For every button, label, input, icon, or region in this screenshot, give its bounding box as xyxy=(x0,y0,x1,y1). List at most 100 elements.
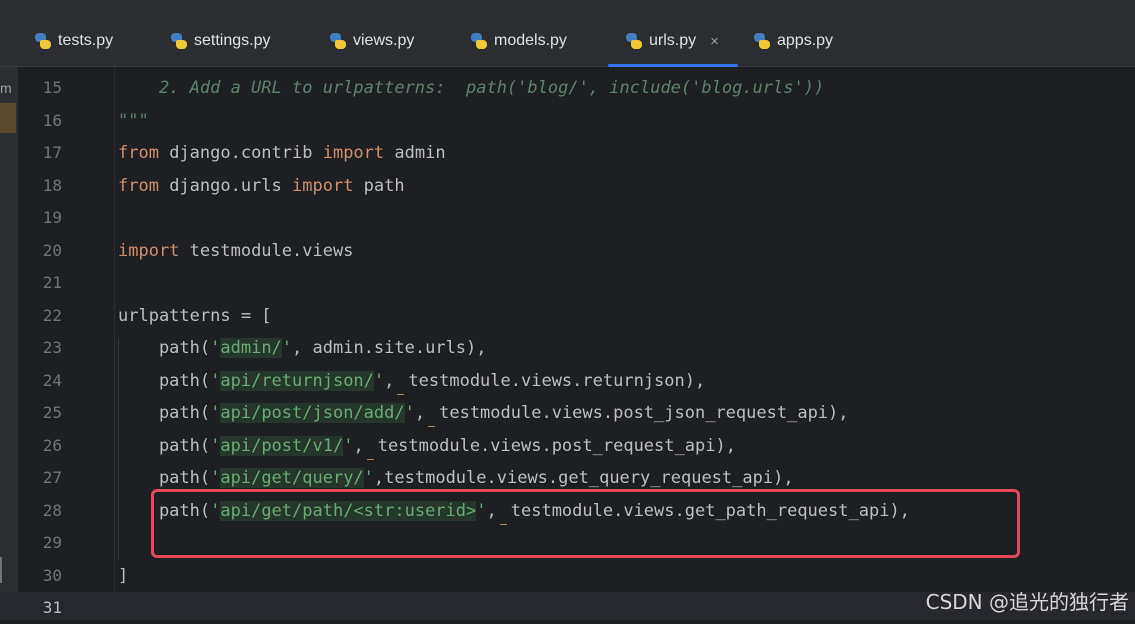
code-line[interactable]: 26 path('api/post/v1/', testmodule.views.… xyxy=(0,430,1135,462)
line-number: 20 xyxy=(42,240,62,260)
annotation-highlight-box xyxy=(151,489,1020,558)
code-line[interactable]: 18 from django.urls import path xyxy=(0,170,1135,202)
string-token: api/post/v1/ xyxy=(220,435,344,456)
code-token: , xyxy=(414,403,426,423)
close-icon[interactable]: × xyxy=(710,33,719,50)
string-token: ' xyxy=(210,370,221,391)
code-token: testmodule.views.post_json_request_api), xyxy=(439,403,849,423)
code-token: testmodule.views xyxy=(179,240,354,261)
whitespace-inspection-icon xyxy=(364,452,378,462)
tab-tests-py[interactable]: tests.py xyxy=(34,16,113,66)
string-token: api/post/json/add/ xyxy=(220,403,405,423)
string-token: ' xyxy=(210,468,221,488)
line-number: 30 xyxy=(42,565,62,585)
keyword-token: import xyxy=(118,240,180,261)
code-token: testmodule.views.post_request_api), xyxy=(377,435,736,456)
code-line[interactable]: 21 xyxy=(0,267,1135,299)
line-number: 27 xyxy=(42,468,62,487)
string-token: ' xyxy=(363,468,374,488)
code-token: ] xyxy=(118,565,129,586)
code-text: path('api/returnjson/', testmodule.views.… xyxy=(118,365,705,397)
code-line[interactable]: 25 path('api/post/json/add/', testmodule.… xyxy=(0,397,1135,429)
keyword-token: import xyxy=(292,175,354,196)
line-number: 25 xyxy=(42,403,62,422)
comment-token: 2. Add a URL to urlpatterns: path('blog/… xyxy=(118,78,825,98)
tab-apps-py[interactable]: apps.py xyxy=(753,16,833,66)
tab-label: models.py xyxy=(494,32,567,49)
line-number: 26 xyxy=(42,435,62,455)
code-token: django.urls xyxy=(158,175,293,196)
string-token: ' xyxy=(210,338,221,358)
code-token: testmodule.views.returnjson), xyxy=(408,370,706,391)
code-token: admin xyxy=(384,143,446,163)
string-token: ' xyxy=(281,338,293,358)
line-number: 23 xyxy=(42,338,62,357)
code-text: from django.contrib import admin xyxy=(118,137,446,169)
python-file-icon xyxy=(625,32,643,50)
code-text: path('api/post/json/add/', testmodule.vie… xyxy=(118,397,849,429)
tab-urls-py[interactable]: urls.py × xyxy=(625,16,719,66)
code-token: , admin.site.urls), xyxy=(292,338,487,358)
watermark: CSDN @追光的独行者 xyxy=(925,590,1129,614)
line-number: 22 xyxy=(42,305,62,325)
line-number: 19 xyxy=(42,208,62,227)
code-token: urlpatterns = [ xyxy=(118,305,272,326)
tab-models-py[interactable]: models.py xyxy=(470,16,567,66)
tab-views-py[interactable]: views.py xyxy=(329,16,414,66)
code-token: path( xyxy=(118,468,211,488)
keyword-token: from xyxy=(118,143,159,163)
python-file-icon xyxy=(753,32,771,50)
whitespace-inspection-icon xyxy=(394,387,408,397)
code-token: path( xyxy=(118,338,211,358)
code-line[interactable]: 24 path('api/returnjson/', testmodule.vie… xyxy=(0,365,1135,397)
code-line[interactable]: 23 path('admin/', admin.site.urls), xyxy=(0,332,1135,364)
tab-label: urls.py xyxy=(649,32,697,49)
code-line[interactable]: 19 xyxy=(0,202,1135,234)
code-token: path xyxy=(353,175,405,196)
code-line[interactable]: 22 urlpatterns = [ xyxy=(0,300,1135,332)
string-token: admin/ xyxy=(220,338,282,358)
tab-label: tests.py xyxy=(58,32,114,49)
code-line[interactable]: 15 2. Add a URL to urlpatterns: path('bl… xyxy=(0,72,1135,104)
code-text: import testmodule.views xyxy=(118,235,353,267)
tab-label: views.py xyxy=(353,32,415,49)
tab-label: apps.py xyxy=(777,32,834,49)
code-token: path( xyxy=(118,403,211,423)
comment-token: """ xyxy=(118,110,149,131)
code-token: ,testmodule.views.get_query_request_api)… xyxy=(373,468,794,488)
line-number: 16 xyxy=(42,110,62,130)
code-line[interactable]: 17 from django.contrib import admin xyxy=(0,137,1135,169)
code-text: from django.urls import path xyxy=(118,170,405,202)
code-text: ] xyxy=(118,560,128,592)
line-number: 15 xyxy=(42,78,62,97)
code-text: 2. Add a URL to urlpatterns: path('blog/… xyxy=(118,72,824,104)
line-number: 31 xyxy=(42,598,62,617)
title-bar xyxy=(0,0,1135,16)
line-number: 21 xyxy=(42,273,62,292)
python-file-icon xyxy=(34,32,52,50)
string-token: api/returnjson/ xyxy=(220,370,374,391)
line-number: 17 xyxy=(42,143,62,162)
code-token: , xyxy=(353,435,364,456)
string-token: ' xyxy=(210,403,221,423)
line-number: 24 xyxy=(42,370,62,390)
python-file-icon xyxy=(170,32,188,50)
string-token: ' xyxy=(404,403,415,423)
code-token: path( xyxy=(118,435,211,456)
code-text: path('api/post/v1/', testmodule.views.pos… xyxy=(118,430,736,462)
tab-settings-py[interactable]: settings.py xyxy=(170,16,270,66)
code-line[interactable]: 20 import testmodule.views xyxy=(0,235,1135,267)
code-token xyxy=(425,403,439,427)
code-token xyxy=(394,371,408,395)
line-number: 29 xyxy=(42,533,62,552)
string-token: ' xyxy=(373,370,385,391)
code-text: urlpatterns = [ xyxy=(118,300,272,332)
code-token xyxy=(364,436,378,460)
line-number: 18 xyxy=(42,175,62,195)
string-token: api/get/query/ xyxy=(220,468,364,488)
keyword-token: import xyxy=(322,143,385,163)
keyword-token: from xyxy=(118,175,159,196)
python-file-icon xyxy=(470,32,488,50)
editor-tab-bar: tests.py settings.py views.py models.py … xyxy=(0,16,1135,67)
code-line[interactable]: 16 """ xyxy=(0,105,1135,137)
